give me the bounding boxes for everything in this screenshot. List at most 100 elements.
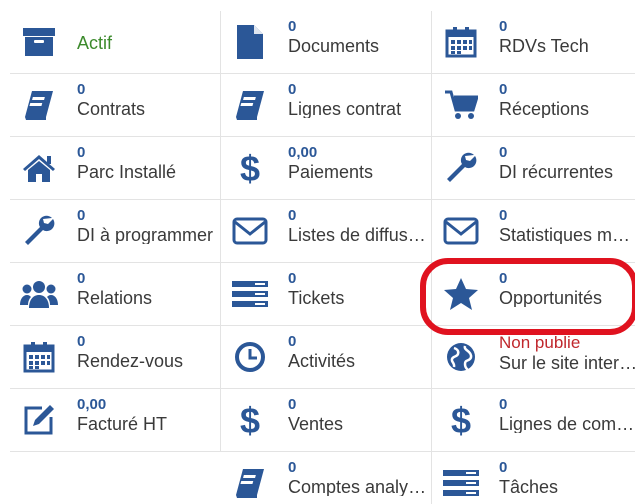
smart-button-label: Opportunités (499, 289, 603, 307)
smart-button-lignes-de-commande[interactable]: $0 Lignes de commande (432, 389, 635, 452)
smart-button-text: 0 Parc Installé (77, 145, 218, 181)
smart-button-label: Contrats (77, 100, 146, 118)
smart-button-value: 0 (77, 81, 86, 98)
smart-button-value: 0 (499, 396, 508, 413)
globe-icon (440, 340, 482, 374)
smart-button-label: Paiements (288, 163, 374, 181)
envelope-icon (229, 214, 271, 248)
smart-button-lignes-contrat[interactable]: 0 Lignes contrat (221, 74, 432, 137)
calendar-icon (18, 340, 60, 374)
smart-button-di-recurrentes[interactable]: 0 DI récurrentes (432, 137, 635, 200)
smart-button-text: 0 Activités (288, 334, 429, 370)
smart-button-listes-de-diffusion[interactable]: 0 Listes de diffusion (221, 200, 432, 263)
smart-button-label: RDVs Tech (499, 37, 589, 55)
list-icon (229, 277, 271, 311)
smart-button-taches[interactable]: 0 Tâches (432, 452, 635, 504)
edit-icon (18, 403, 60, 437)
smart-button-value: 0 (499, 459, 508, 476)
smart-button-label: Tâches (499, 478, 559, 496)
smart-button-label: Réceptions (499, 100, 590, 118)
dollar-icon: $ (229, 402, 271, 438)
empty-cell (10, 452, 221, 504)
smart-button-value: 0 (288, 81, 297, 98)
cart-icon (440, 88, 482, 122)
star-icon (440, 277, 482, 311)
smart-button-value: 0 (77, 333, 86, 350)
smart-button-value: 0 (499, 18, 508, 35)
svg-text:$: $ (240, 150, 260, 186)
smart-button-di-a-programmer[interactable]: 0 DI à programmer (10, 200, 221, 263)
svg-text:$: $ (451, 402, 471, 438)
archive-icon (18, 25, 60, 59)
book-icon (229, 88, 271, 122)
smart-button-value: 0 (288, 333, 297, 350)
smart-button-label: DI à programmer (77, 226, 214, 244)
smart-button-value: 0 (288, 270, 297, 287)
smart-button-rdvs-tech[interactable]: 0 RDVs Tech (432, 11, 635, 74)
smart-button-rendez-vous[interactable]: 0 Rendez-vous (10, 326, 221, 389)
smart-button-value: 0,00 (77, 396, 107, 413)
smart-button-activites[interactable]: 0 Activités (221, 326, 432, 389)
smart-button-label: Actif (77, 34, 113, 52)
smart-button-label: Facturé HT (77, 415, 168, 433)
smart-button-relations[interactable]: 0 Relations (10, 263, 221, 326)
smart-button-label: Lignes de commande (499, 415, 635, 433)
smart-button-text: 0 Comptes analytiques (288, 460, 429, 496)
envelope-icon (440, 214, 482, 248)
smart-button-text: 0 Contrats (77, 82, 218, 118)
smart-button-text: 0 Ventes (288, 397, 429, 433)
smart-button-value: 0 (288, 459, 297, 476)
smart-button-label: Relations (77, 289, 153, 307)
smart-button-value: 0 (499, 270, 508, 287)
smart-button-value: 0 (288, 18, 297, 35)
smart-button-text: Actif (77, 19, 218, 52)
smart-button-text: 0 Listes de diffusion (288, 208, 429, 244)
smart-button-parc-installe[interactable]: 0 Parc Installé (10, 137, 221, 200)
smart-button-value: 0 (77, 144, 86, 161)
smart-button-paiements[interactable]: $0,00 Paiements (221, 137, 432, 200)
smart-button-value: 0 (77, 207, 86, 224)
smart-button-label: Parc Installé (77, 163, 177, 181)
smart-button-ventes[interactable]: $0 Ventes (221, 389, 432, 452)
smart-button-actif[interactable]: Actif (10, 11, 221, 74)
smart-button-label: Rendez-vous (77, 352, 184, 370)
smart-button-facture-ht[interactable]: 0,00 Facturé HT (10, 389, 221, 452)
smart-button-documents[interactable]: 0 Documents (221, 11, 432, 74)
smart-button-label: Documents (288, 37, 380, 55)
smart-button-sur-le-site-internet[interactable]: Non publie Sur le site internet (432, 326, 635, 389)
smart-button-tickets[interactable]: 0 Tickets (221, 263, 432, 326)
smart-button-text: 0 DI à programmer (77, 208, 218, 244)
smart-button-label: Sur le site internet (499, 354, 635, 372)
smart-button-value: 0 (499, 207, 508, 224)
smart-button-label: Tickets (288, 289, 345, 307)
smart-button-opportunites[interactable]: 0 Opportunités (432, 263, 635, 326)
smart-button-text: 0 Rendez-vous (77, 334, 218, 370)
dollar-icon: $ (229, 150, 271, 186)
smart-button-comptes-analytiques[interactable]: 0 Comptes analytiques (221, 452, 432, 504)
smart-button-label: Comptes analytiques (288, 478, 429, 496)
smart-button-text: 0,00 Facturé HT (77, 397, 218, 433)
calendar-icon (440, 25, 482, 59)
smart-button-text: 0 Opportunités (499, 271, 635, 307)
smart-button-text: 0 Statistiques mailing (499, 208, 635, 244)
dollar-icon: $ (440, 402, 482, 438)
smart-button-statistiques-mailing[interactable]: 0 Statistiques mailing (432, 200, 635, 263)
smart-buttons-grid: Actif 0 Documents 0 RDVs Tech 0 Contrats 0 Ligne… (10, 11, 635, 504)
smart-button-label: Lignes contrat (288, 100, 402, 118)
smart-button-text: 0 Lignes contrat (288, 82, 429, 118)
smart-button-receptions[interactable]: 0 Réceptions (432, 74, 635, 137)
list-icon (440, 466, 482, 500)
wrench-icon (440, 151, 482, 185)
smart-button-text: 0 RDVs Tech (499, 19, 635, 55)
smart-button-value: 0,00 (288, 144, 318, 161)
smart-button-value: 0 (499, 144, 508, 161)
smart-button-value: 0 (288, 207, 297, 224)
smart-button-text: Non publie Sur le site internet (499, 334, 635, 372)
smart-button-label: DI récurrentes (499, 163, 614, 181)
svg-text:$: $ (240, 402, 260, 438)
book-icon (229, 466, 271, 500)
file-icon (229, 25, 271, 59)
smart-button-text: 0 Tickets (288, 271, 429, 307)
clock-icon (229, 340, 271, 374)
smart-button-contrats[interactable]: 0 Contrats (10, 74, 221, 137)
